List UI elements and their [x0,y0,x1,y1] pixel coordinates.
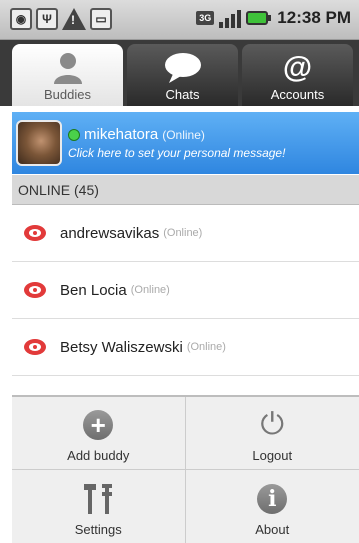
aim-icon [24,339,46,355]
tab-buddies[interactable]: Buddies [12,44,123,106]
buddy-status: (Online) [186,341,226,353]
sd-card-icon: ▭ [90,8,112,30]
online-group-header[interactable]: ONLINE (45) [12,175,359,205]
my-profile-bar[interactable]: mikehatora (Online) Click here to set yo… [12,112,359,174]
usb-icon: Ψ [36,8,58,30]
status-bar: ◉ Ψ ! ▭ 3G 12:38 PM [0,0,359,40]
menu-label: Settings [74,522,122,537]
plus-icon: + [83,410,114,440]
list-item[interactable]: andrewsavikas (Online) [12,205,359,262]
tools-icon [84,484,113,514]
add-buddy-button[interactable]: + Add buddy [12,397,186,470]
buddy-name: Ben Locia [60,281,127,299]
profile-status: (Online) [162,127,205,142]
clock: 12:38 PM [277,8,351,27]
speech-bubble-icon [163,51,203,85]
buddy-status: (Online) [163,227,203,239]
info-icon: i [257,484,288,514]
avatar [16,120,62,166]
voicemail-icon: ◉ [10,8,32,30]
list-item[interactable]: Ben Locia (Online) [12,262,359,319]
signal-icon [219,8,242,28]
buddy-list: andrewsavikas (Online) Ben Locia (Online… [12,205,359,376]
tab-label: Buddies [44,87,91,102]
list-item[interactable]: Betsy Waliszewski (Online) [12,319,359,376]
tab-accounts[interactable]: @ Accounts [242,44,353,106]
buddy-name: andrewsavikas [60,224,160,242]
group-label: ONLINE (45) [18,181,99,198]
at-sign-icon: @ [282,51,313,84]
person-icon [53,51,83,85]
menu-label: Logout [252,448,293,463]
tab-bar: Buddies Chats @ Accounts [0,40,359,106]
aim-icon [24,225,46,241]
network-type-icon: 3G [196,11,215,25]
power-icon: ⏻ [260,408,285,441]
buddy-status: (Online) [130,284,170,296]
profile-name: mikehatora [84,126,159,143]
online-status-icon [68,128,80,141]
warning-icon: ! [62,8,86,30]
personal-message[interactable]: Click here to set your personal message! [68,146,285,160]
battery-icon [246,11,272,25]
buddy-name: Betsy Waliszewski [60,338,183,356]
tab-chats[interactable]: Chats [127,44,238,106]
about-button[interactable]: i About [186,470,359,543]
tab-label: Accounts [270,87,325,102]
logout-button[interactable]: ⏻ Logout [185,397,359,470]
settings-button[interactable]: Settings [12,470,186,543]
aim-icon [24,282,46,298]
options-menu: + Add buddy ⏻ Logout Settings i About [12,395,359,543]
system-icons: 3G 12:38 PM [196,8,351,28]
tab-label: Chats [165,87,200,102]
notification-icons: ◉ Ψ ! ▭ [10,8,112,30]
menu-label: Add buddy [67,448,130,463]
menu-label: About [255,522,290,537]
